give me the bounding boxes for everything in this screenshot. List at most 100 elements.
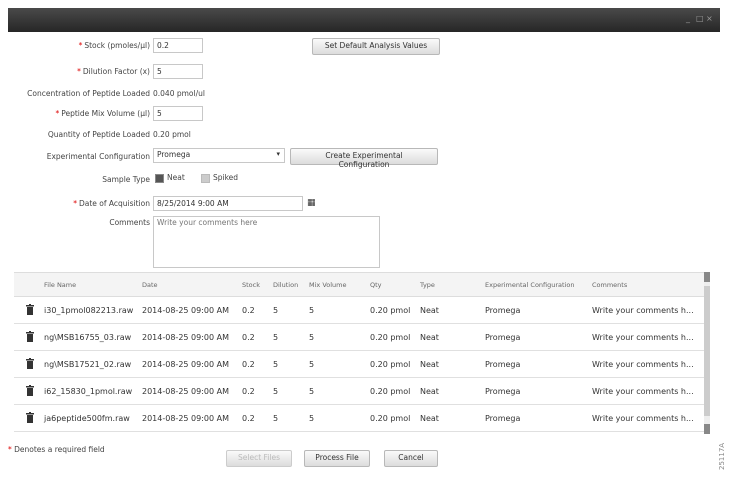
table-row[interactable]: i62_15830_1pmol.raw 2014-08-25 09:00 AM 0.… [14,378,708,405]
neat-option[interactable]: Neat [155,173,185,183]
cell-qty: 0.20 pmol [370,387,411,396]
col-experimental-configuration[interactable]: Experimental Configuration [485,281,575,289]
cell-comments: Write your comments h... [592,306,694,315]
trash-icon[interactable] [26,412,34,425]
cell-stock: 0.2 [242,360,255,369]
cell-qty: 0.20 pmol [370,360,411,369]
cancel-button[interactable]: Cancel [384,450,438,467]
chevron-down-icon: ▾ [276,150,280,158]
concentration-value: 0.040 pmol/ul [153,89,205,98]
trash-icon[interactable] [26,331,34,344]
create-experimental-configuration-button[interactable]: Create Experimental Configuration [290,148,438,169]
col-file-name[interactable]: File Name [44,281,76,289]
quantity-label: Quantity of Peptide Loaded [47,130,150,139]
col-date[interactable]: Date [142,281,158,289]
cell-mix-volume: 5 [309,414,315,423]
required-field-note: * Denotes a required field [8,445,105,454]
table-scrollbar[interactable] [704,272,710,434]
cell-date: 2014-08-25 09:00 AM [142,387,230,396]
neat-checkbox[interactable] [155,173,164,183]
cell-comments: Write your comments h... [592,387,694,396]
cell-stock: 0.2 [242,306,255,315]
cell-dilution: 5 [273,333,279,342]
table-row[interactable]: ja6peptide500fm.raw 2014-08-25 09:00 AM 0.… [14,405,708,432]
files-table: File Name Date Stock Dilution Mix Volume… [14,272,708,434]
cell-dilution: 5 [273,414,279,423]
col-comments[interactable]: Comments [592,281,627,289]
cell-file-name: ja6peptide500fm.raw [44,414,130,423]
cell-comments: Write your comments h... [592,360,694,369]
comments-label: Comments [109,218,150,227]
table-row[interactable]: i30_1pmol082213.raw 2014-08-25 09:00 AM 0.… [14,297,708,324]
cell-dilution: 5 [273,360,279,369]
col-stock[interactable]: Stock [242,281,260,289]
trash-icon[interactable] [26,385,34,398]
stock-input[interactable] [153,38,203,53]
scroll-up-icon[interactable] [704,272,710,282]
table-row[interactable]: ng\MSB17521_02.raw 2014-08-25 09:00 AM 0.2… [14,351,708,378]
cell-date: 2014-08-25 09:00 AM [142,360,230,369]
peptide-mix-input[interactable] [153,106,203,121]
dilution-label: * Dilution Factor (x) [77,67,150,76]
cell-stock: 0.2 [242,387,255,396]
calendar-icon[interactable]: ▦ [307,198,316,208]
spiked-checkbox[interactable] [201,173,210,183]
cell-exp-config: Promega [485,387,521,396]
peptide-mix-label: * Peptide Mix Volume (µl) [55,109,150,118]
cell-file-name: ng\MSB17521_02.raw [44,360,132,369]
comments-textarea[interactable] [153,216,380,268]
col-type[interactable]: Type [420,281,435,289]
cell-exp-config: Promega [485,306,521,315]
date-input[interactable] [153,196,303,211]
cell-stock: 0.2 [242,414,255,423]
table-row[interactable]: ng\MSB16755_03.raw 2014-08-25 09:00 AM 0.2… [14,324,708,351]
trash-icon[interactable] [26,304,34,317]
cell-type: Neat [420,333,439,342]
close-icon[interactable]: × [706,14,713,23]
spiked-label: Spiked [213,173,239,182]
set-default-analysis-button[interactable]: Set Default Analysis Values [312,38,440,55]
figure-code: 25117A [718,442,726,470]
select-files-button[interactable]: Select Files [226,450,292,467]
trash-icon[interactable] [26,358,34,371]
scroll-down-icon[interactable] [704,424,710,434]
cell-exp-config: Promega [485,360,521,369]
quantity-value: 0.20 pmol [153,130,191,139]
analysis-form: *Stock (pmoles/µl) Set Default Analysis … [8,32,720,268]
cell-file-name: i62_15830_1pmol.raw [44,387,133,396]
cell-type: Neat [420,360,439,369]
cell-date: 2014-08-25 09:00 AM [142,333,230,342]
cell-stock: 0.2 [242,333,255,342]
scroll-thumb[interactable] [704,286,710,416]
window-titlebar: _ □ × [8,8,720,32]
col-mix-volume[interactable]: Mix Volume [309,281,347,289]
cell-date: 2014-08-25 09:00 AM [142,306,230,315]
cell-exp-config: Promega [485,414,521,423]
cell-qty: 0.20 pmol [370,333,411,342]
cell-exp-config: Promega [485,333,521,342]
cell-mix-volume: 5 [309,387,315,396]
cell-mix-volume: 5 [309,306,315,315]
maximize-icon[interactable]: □ [696,14,704,23]
required-note-text: Denotes a required field [11,445,105,454]
exp-config-label: Experimental Configuration [46,152,150,161]
col-qty[interactable]: Qty [370,281,382,289]
exp-config-selected: Promega [157,150,191,159]
minimize-icon[interactable]: _ [686,14,690,23]
cell-file-name: i30_1pmol082213.raw [44,306,134,315]
cell-dilution: 5 [273,306,279,315]
date-label: * Date of Acquisition [73,199,150,208]
spiked-option[interactable]: Spiked [201,173,238,183]
process-file-button[interactable]: Process File [304,450,370,467]
cell-qty: 0.20 pmol [370,414,411,423]
table-header: File Name Date Stock Dilution Mix Volume… [14,273,708,297]
dilution-input[interactable] [153,64,203,79]
cell-mix-volume: 5 [309,360,315,369]
stock-label: * Stock (pmoles/µl) [78,41,150,50]
exp-config-select[interactable]: Promega ▾ [153,148,285,163]
cell-comments: Write your comments h... [592,414,694,423]
cell-mix-volume: 5 [309,333,315,342]
neat-label: Neat [167,173,185,182]
cell-type: Neat [420,306,439,315]
col-dilution[interactable]: Dilution [273,281,298,289]
